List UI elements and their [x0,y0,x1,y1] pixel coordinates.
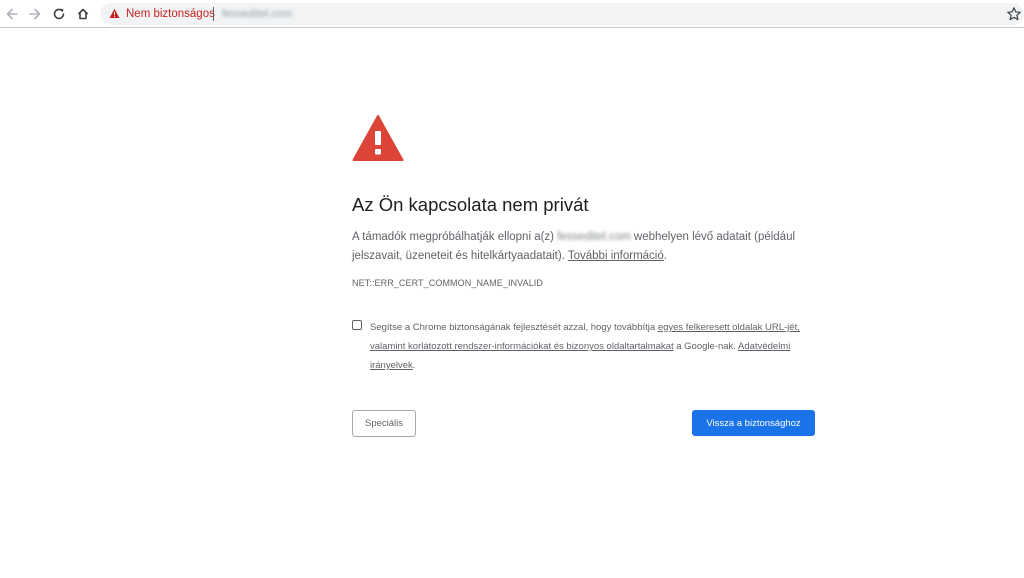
forward-arrow-icon [29,8,41,20]
warning-description: A támadók megpróbálhatják ellopni a(z) f… [352,228,822,266]
omnibox-separator [213,7,214,21]
advanced-button[interactable]: Speciális [352,410,416,437]
optin-text-after: a Google-nak. [673,341,739,352]
forward-button[interactable] [25,4,45,24]
star-icon[interactable] [1006,6,1022,22]
description-end: . [663,250,667,262]
address-bar[interactable]: Nem biztonságos fesseditel.com [100,3,1024,25]
back-to-safety-button[interactable]: Vissza a biztonsághoz [692,410,815,436]
description-prefix: A támadók megpróbálhatják ellopni a(z) [352,231,558,243]
reload-icon [53,8,65,20]
description-domain: fesseditel.com [557,231,631,243]
back-button[interactable] [2,4,22,24]
warning-triangle-icon [352,115,404,161]
browser-toolbar: Nem biztonságos fesseditel.com [0,0,1024,28]
error-code: NET::ERR_CERT_COMMON_NAME_INVALID [352,278,544,288]
security-status-label[interactable]: Nem biztonságos [126,7,215,21]
home-icon [77,8,89,20]
optin-checkbox[interactable] [352,320,362,330]
reload-button[interactable] [49,4,69,24]
page-title: Az Ön kapcsolata nem privát [352,194,589,215]
warning-triangle-icon [109,8,120,18]
optin-text: Segítse a Chrome biztonságának fejleszté… [370,318,820,375]
back-arrow-icon [6,8,18,20]
more-info-link[interactable]: További információ [568,250,664,262]
optin-text-end: . [412,360,416,371]
optin-text-before: Segítse a Chrome biztonságának fejleszté… [370,322,658,333]
home-button[interactable] [73,4,93,24]
url-text[interactable]: fesseditel.com [222,7,292,21]
